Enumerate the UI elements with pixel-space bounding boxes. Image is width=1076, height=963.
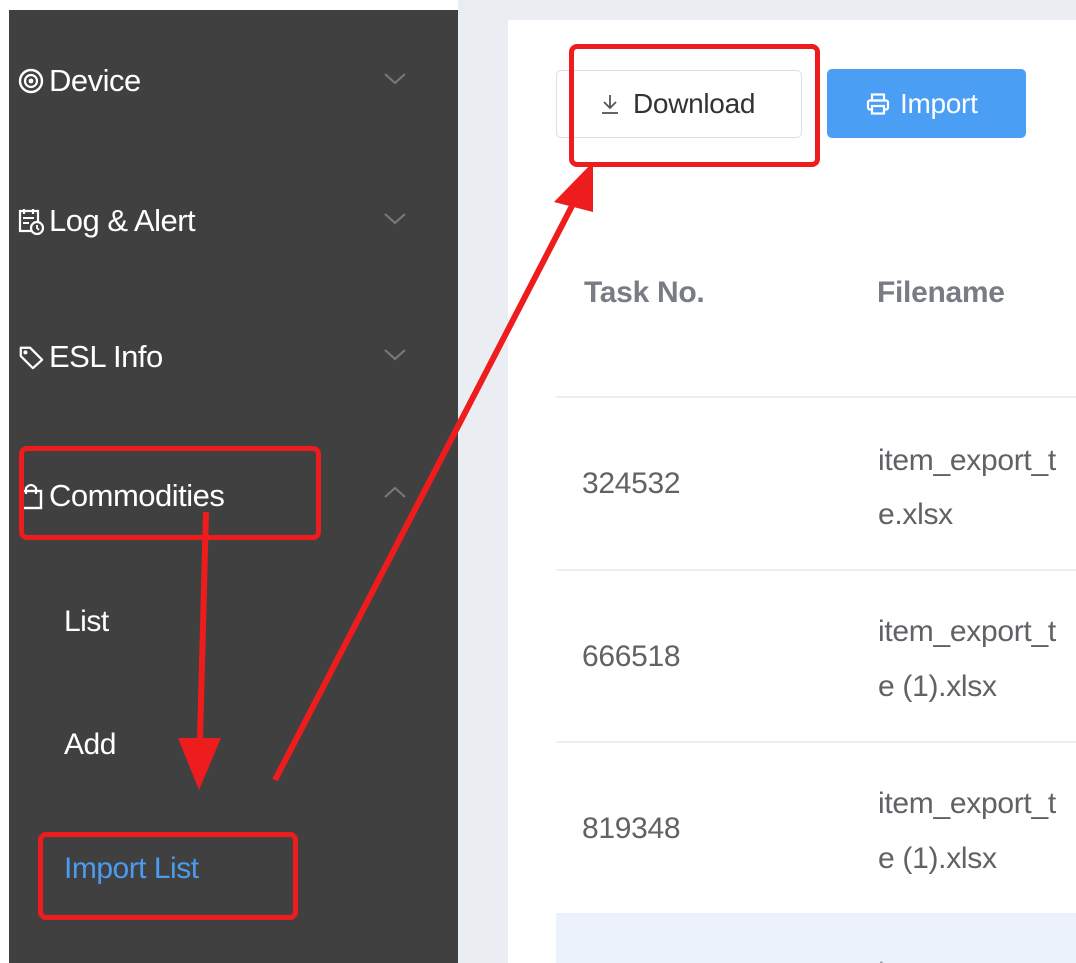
filename-cell-line2: e (1).xlsx [878, 670, 997, 703]
chevron-up-icon [384, 486, 406, 498]
filename-cell-line1: item_export_t [878, 787, 1056, 820]
menu-item-esl-info[interactable]: ESL Info [9, 317, 458, 397]
row-divider [556, 741, 1076, 743]
column-header-task-no[interactable]: Task No. [584, 276, 705, 310]
chevron-down-icon [384, 213, 406, 225]
import-button-label: Import [900, 87, 978, 119]
column-header-filename[interactable]: Filename [877, 276, 1005, 310]
menu-item-device[interactable]: Device [9, 41, 458, 121]
content-top-strip [458, 0, 1076, 20]
annotation-box-download [569, 44, 820, 167]
row-divider [556, 396, 1076, 398]
menu-item-log-alert[interactable]: Log & Alert [9, 181, 458, 261]
chevron-down-icon [384, 349, 406, 361]
content-gutter [458, 0, 508, 963]
row-divider [556, 569, 1076, 571]
menu-item-label: Log & Alert [49, 203, 196, 238]
filename-cell-line2: e (1).xlsx [878, 842, 997, 875]
task-no-cell: 819348 [582, 812, 681, 845]
sidebar-subitem-list[interactable]: List [64, 605, 109, 639]
chevron-down-icon [384, 73, 406, 85]
annotation-box-commodities [19, 446, 321, 540]
filename-cell-line1: item_export_t [878, 615, 1056, 648]
menu-item-label: ESL Info [49, 339, 163, 374]
import-button[interactable]: Import [827, 69, 1026, 138]
menu-item-label: Device [49, 63, 141, 98]
tag-icon [18, 343, 44, 371]
task-no-cell: 666518 [582, 640, 681, 673]
calendar-clock-icon [18, 207, 44, 235]
task-no-cell: 324532 [582, 467, 681, 500]
annotation-box-import-list [38, 832, 298, 920]
radar-icon [18, 67, 44, 95]
filename-cell-line1: item_export_t [878, 444, 1056, 477]
filename-cell-line2: e.xlsx [878, 498, 953, 531]
printer-icon [866, 92, 890, 115]
sidebar-subitem-add[interactable]: Add [64, 728, 116, 762]
filename-cell-line1: item_export_t [878, 945, 1076, 963]
